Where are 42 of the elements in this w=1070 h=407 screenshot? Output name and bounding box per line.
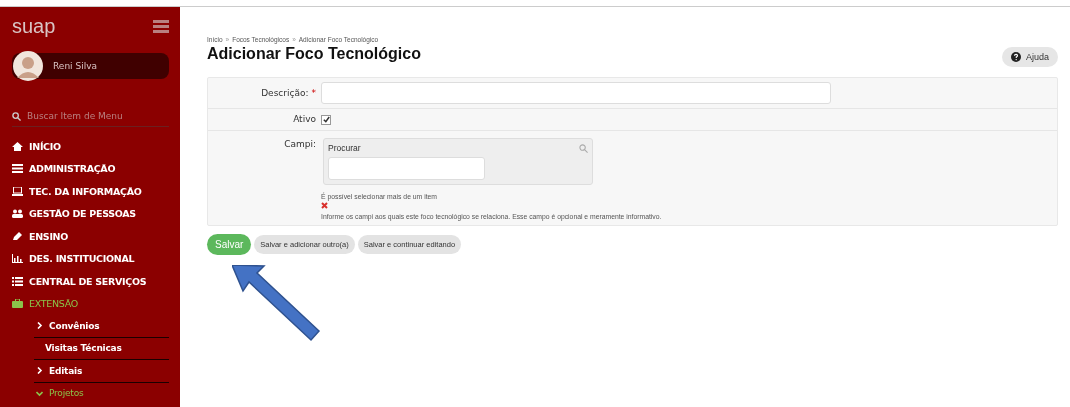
help-icon (1010, 52, 1021, 62)
menu-item-icon (12, 231, 23, 241)
chevron-right-icon (36, 322, 43, 330)
menu-item-icon (12, 299, 23, 309)
page-title: Adicionar Foco Tecnológico (207, 45, 421, 63)
submenu-item[interactable]: Convênios (34, 315, 169, 338)
avatar-icon (13, 51, 43, 81)
submenu-item[interactable]: Projetos (34, 382, 169, 404)
menu-item-icon (12, 276, 23, 286)
menu-item-icon (12, 186, 23, 196)
description-input-field[interactable] (321, 82, 831, 104)
help-button[interactable]: Ajuda (1001, 47, 1058, 67)
active-checkbox[interactable] (321, 114, 331, 125)
submenu-item[interactable]: Visitas Técnicas (34, 337, 169, 360)
menu-item[interactable]: CENTRAL DE SERVIÇOS (12, 270, 169, 293)
submenu-item[interactable]: Editais (34, 360, 169, 383)
menu-item[interactable]: TEC. DA INFORMAÇÃO (12, 180, 169, 203)
campi-search-field[interactable] (328, 157, 485, 180)
menu-search-field[interactable]: Buscar Item de Menu (27, 111, 167, 121)
chevron-down-icon (36, 389, 43, 397)
field-label: Campi: (283, 138, 317, 151)
menu-item-icon (12, 164, 23, 174)
menu-item[interactable]: GESTÃO DE PESSOAS (12, 202, 169, 225)
search-label: Procurar (328, 143, 361, 153)
logo: suap (12, 16, 56, 36)
chevron-right-icon (36, 367, 43, 375)
field-label: Descrição: * (260, 88, 317, 98)
menu-item[interactable]: EXTENSÃO (12, 292, 169, 315)
menu-item[interactable]: INÍCIO (12, 135, 169, 158)
menu-item[interactable]: ADMINISTRAÇÃO (12, 157, 169, 180)
required-mark: * (311, 87, 316, 98)
search-icon (12, 111, 21, 121)
menu-icon[interactable] (153, 19, 169, 33)
clear-icon[interactable] (321, 202, 328, 209)
menu-item[interactable]: ENSINO (12, 225, 169, 248)
field-label: Ativo (292, 115, 317, 124)
menu-item[interactable]: DES. INSTITUCIONAL (12, 247, 169, 270)
search-icon (579, 143, 588, 153)
user-profile[interactable]: Reni Silva (12, 53, 169, 79)
menu-item-icon (12, 209, 23, 219)
menu-item-icon (12, 141, 23, 151)
menu-item-icon (12, 254, 23, 264)
